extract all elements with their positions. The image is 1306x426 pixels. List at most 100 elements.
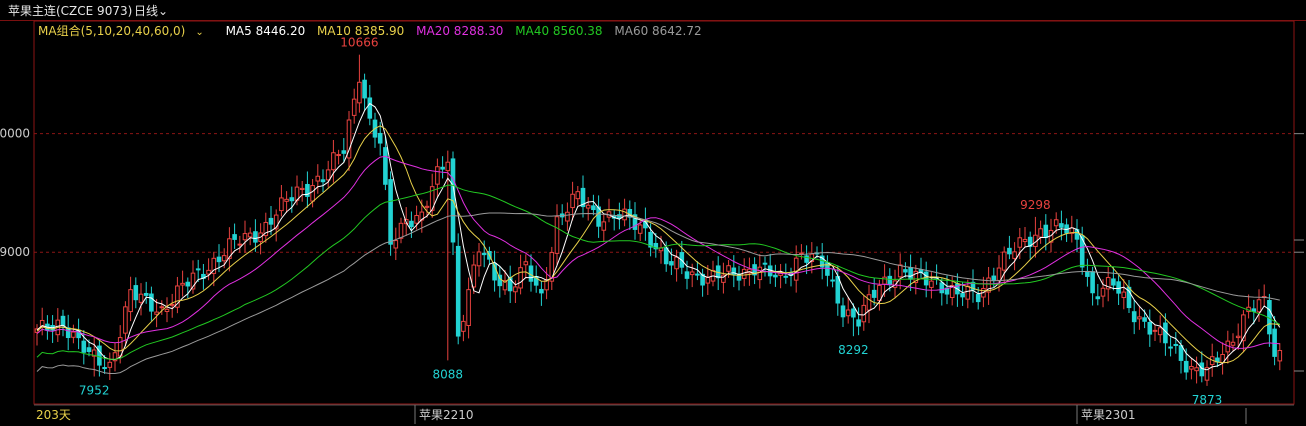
candle-body[interactable] bbox=[851, 308, 856, 318]
candle-body[interactable] bbox=[476, 251, 482, 267]
candle-body[interactable] bbox=[513, 286, 518, 293]
candle-body[interactable] bbox=[284, 198, 289, 202]
candle-body[interactable] bbox=[1053, 219, 1059, 227]
candle-body[interactable] bbox=[1121, 291, 1127, 299]
candle-body[interactable] bbox=[845, 309, 851, 317]
candle-body[interactable] bbox=[1173, 343, 1179, 346]
candle-body[interactable] bbox=[237, 243, 243, 246]
candle-body[interactable] bbox=[331, 152, 336, 171]
candle-body[interactable] bbox=[1111, 278, 1116, 286]
candle-body[interactable] bbox=[991, 275, 997, 281]
candle-body[interactable] bbox=[1022, 238, 1028, 243]
candle-body[interactable] bbox=[445, 161, 451, 172]
candle-body[interactable] bbox=[726, 265, 731, 272]
candle-body[interactable] bbox=[299, 187, 305, 191]
candle-body[interactable] bbox=[1272, 328, 1277, 357]
candle-body[interactable] bbox=[1157, 327, 1163, 336]
candle-body[interactable] bbox=[362, 79, 367, 99]
candle-body[interactable] bbox=[575, 191, 581, 200]
candle-body[interactable] bbox=[840, 305, 846, 318]
candle-body[interactable] bbox=[1017, 237, 1023, 248]
candle-body[interactable] bbox=[1178, 345, 1184, 361]
candle-body[interactable] bbox=[877, 284, 882, 301]
candle-body[interactable] bbox=[757, 266, 763, 281]
candle-body[interactable] bbox=[154, 311, 159, 315]
candle-body[interactable] bbox=[247, 232, 253, 238]
candle-body[interactable] bbox=[1168, 346, 1173, 349]
candle-body[interactable] bbox=[1147, 321, 1153, 335]
candle-body[interactable] bbox=[310, 185, 315, 202]
candle-body[interactable] bbox=[383, 147, 388, 185]
candle-body[interactable] bbox=[622, 208, 627, 221]
candle-body[interactable] bbox=[960, 293, 965, 298]
candle-body[interactable] bbox=[138, 293, 144, 303]
candle-body[interactable] bbox=[1116, 281, 1121, 294]
candle-body[interactable] bbox=[1137, 316, 1142, 320]
candle-body[interactable] bbox=[601, 221, 607, 231]
candle-body[interactable] bbox=[1230, 341, 1236, 346]
candle-body[interactable] bbox=[570, 193, 575, 209]
candle-body[interactable] bbox=[965, 285, 971, 300]
candle-body[interactable] bbox=[232, 234, 237, 240]
candle-body[interactable] bbox=[159, 306, 165, 309]
candle-body[interactable] bbox=[830, 279, 835, 282]
candle-body[interactable] bbox=[393, 240, 399, 249]
candle-body[interactable] bbox=[1001, 251, 1007, 271]
candle-body[interactable] bbox=[663, 247, 669, 265]
candle-body[interactable] bbox=[1059, 223, 1064, 228]
candle-body[interactable] bbox=[871, 289, 877, 298]
candle-body[interactable] bbox=[289, 197, 295, 202]
candle-body[interactable] bbox=[466, 289, 471, 326]
candle-body[interactable] bbox=[169, 303, 175, 306]
candle-body[interactable] bbox=[424, 205, 430, 208]
candle-body[interactable] bbox=[107, 361, 113, 368]
candle-body[interactable] bbox=[143, 292, 149, 296]
candle-body[interactable] bbox=[481, 252, 487, 256]
candle-body[interactable] bbox=[455, 245, 461, 337]
period-selector[interactable]: 日线⌄ bbox=[134, 2, 168, 19]
candle-body[interactable] bbox=[585, 204, 591, 209]
candle-body[interactable] bbox=[705, 276, 711, 284]
candle-body[interactable] bbox=[975, 293, 981, 303]
candle-body[interactable] bbox=[164, 308, 170, 312]
candle-body[interactable] bbox=[741, 268, 747, 279]
candle-body[interactable] bbox=[60, 315, 66, 327]
candle-body[interactable] bbox=[835, 275, 841, 304]
candle-body[interactable] bbox=[539, 288, 544, 294]
candle-body[interactable] bbox=[695, 273, 700, 276]
candle-body[interactable] bbox=[128, 289, 133, 313]
candle-body[interactable] bbox=[195, 268, 201, 271]
candle-body[interactable] bbox=[523, 261, 529, 266]
candle-body[interactable] bbox=[1012, 251, 1017, 259]
candle-body[interactable] bbox=[1090, 271, 1095, 294]
candle-body[interactable] bbox=[1043, 224, 1049, 239]
candle-body[interactable] bbox=[1152, 329, 1158, 332]
candle-body[interactable] bbox=[1007, 247, 1012, 255]
candle-body[interactable] bbox=[939, 282, 945, 294]
candle-body[interactable] bbox=[887, 275, 893, 286]
candle-body[interactable] bbox=[180, 282, 185, 286]
candle-body[interactable] bbox=[1095, 296, 1101, 300]
candle-body[interactable] bbox=[689, 271, 695, 276]
candle-body[interactable] bbox=[856, 319, 861, 327]
candle-body[interactable] bbox=[684, 271, 690, 279]
candle-body[interactable] bbox=[1038, 228, 1043, 238]
candle-body[interactable] bbox=[377, 132, 383, 144]
candlestick-chart[interactable]: 9000100001066679528088829292987873203天苹果… bbox=[0, 20, 1306, 426]
candle-body[interactable] bbox=[565, 211, 570, 222]
candle-body[interactable] bbox=[1194, 367, 1199, 372]
candle-body[interactable] bbox=[1131, 311, 1137, 323]
candle-body[interactable] bbox=[357, 81, 362, 104]
candle-body[interactable] bbox=[388, 179, 393, 245]
candle-body[interactable] bbox=[315, 175, 321, 182]
candle-body[interactable] bbox=[518, 267, 523, 289]
candle-body[interactable] bbox=[325, 169, 331, 181]
candle-body[interactable] bbox=[897, 264, 903, 278]
candle-body[interactable] bbox=[279, 197, 284, 212]
candle-body[interactable] bbox=[461, 320, 466, 332]
candle-body[interactable] bbox=[242, 233, 248, 241]
candle-body[interactable] bbox=[216, 256, 222, 263]
candle-body[interactable] bbox=[65, 327, 71, 339]
candle-body[interactable] bbox=[1251, 308, 1257, 312]
candle-body[interactable] bbox=[1235, 335, 1241, 339]
